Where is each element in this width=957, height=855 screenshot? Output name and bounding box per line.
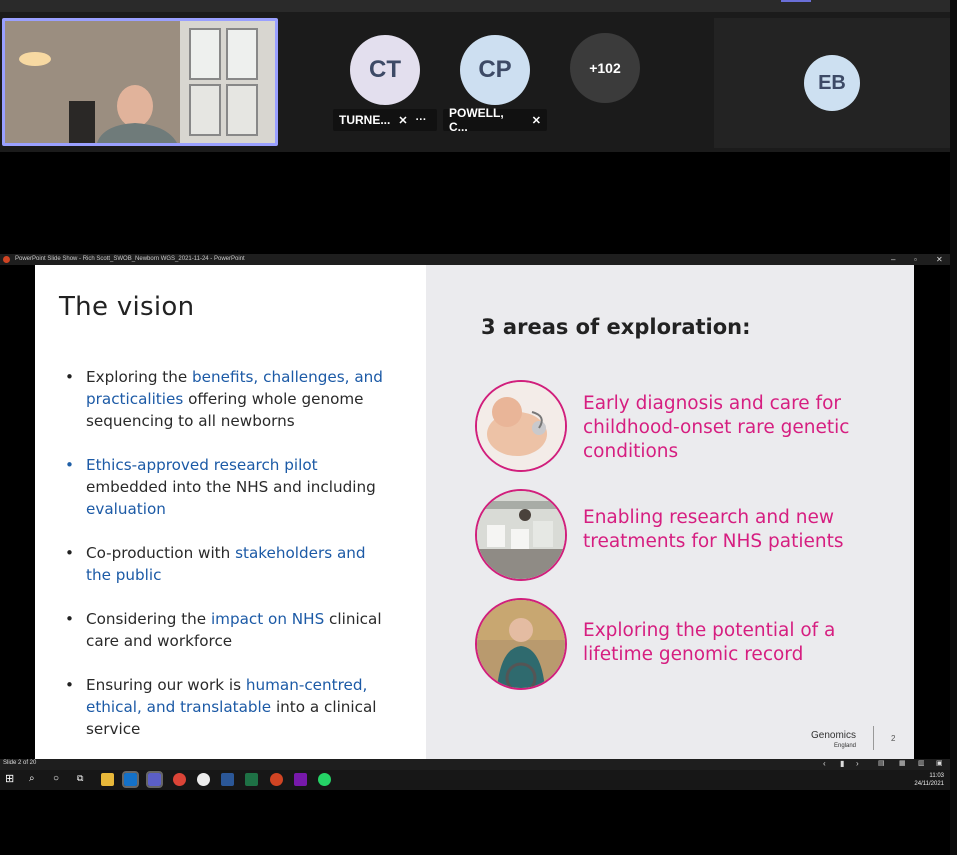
bullet-text: Considering the — [86, 610, 211, 628]
previous-slide-icon[interactable]: ‹ — [823, 759, 826, 768]
bullet-marker: • — [65, 368, 74, 386]
nameplate-ct: TURNE... ✕ ··· — [333, 109, 437, 131]
outlook-icon[interactable] — [122, 771, 139, 788]
slideshow-view-icon[interactable]: ▥ — [918, 759, 925, 767]
speaker-video-tile[interactable] — [2, 18, 278, 146]
highlighted-text: Ethics-approved research pilot — [86, 456, 318, 474]
slideshow-status-bar: Slide 2 of 20 ‹ ▮ › ▤ ▦ ▥ ▣ — [0, 759, 950, 770]
participant-name: TURNE... — [339, 113, 391, 127]
speaker-video-icon — [5, 21, 275, 143]
browser-icon[interactable] — [197, 773, 210, 786]
windows-taskbar: ⊞ ⌕ ○ ⧉ 11:03 24/11/2021 — [0, 770, 950, 790]
word-icon[interactable] — [221, 773, 234, 786]
bullet-marker: • — [65, 544, 74, 562]
search-icon[interactable]: ⌕ — [29, 773, 42, 786]
person-photo-icon — [475, 598, 567, 690]
highlighted-text: impact on NHS — [210, 610, 325, 628]
area-text: Early diagnosis and care for childhood-o… — [583, 393, 850, 462]
meeting-top-strip — [0, 0, 957, 12]
reading-view-icon[interactable]: ▦ — [899, 759, 906, 767]
logo-divider — [873, 726, 874, 750]
avatar: EB — [804, 55, 860, 111]
vision-bullet: • Ethics-approved research pilot embedded… — [61, 454, 391, 520]
laboratory-photo-icon — [475, 489, 567, 581]
areas-heading: 3 areas of exploration: — [481, 315, 751, 339]
meeting-participants-bar: CT TURNE... ✕ ··· CP POWELL, C... ✕ +102… — [0, 0, 957, 152]
fit-icon[interactable]: ▣ — [936, 759, 943, 767]
next-slide-icon[interactable]: › — [856, 759, 859, 768]
powerpoint-title-bar: PowerPoint Slide Show - Rich Scott_SWOB_… — [0, 254, 950, 265]
cortana-icon[interactable]: ○ — [53, 773, 66, 786]
teams-icon[interactable] — [146, 771, 163, 788]
onenote-icon[interactable] — [294, 773, 307, 786]
vision-bullet-list: • Exploring the benefits, challenges, and… — [61, 366, 391, 759]
avatar: CT — [350, 35, 420, 105]
more-count: +102 — [570, 33, 640, 103]
area-text: Enabling research and new treatments for… — [583, 507, 844, 552]
bullet-marker: • — [65, 676, 74, 694]
mic-muted-icon: ✕ — [531, 114, 541, 127]
participant-eb-tile[interactable]: EB — [714, 18, 950, 148]
slide-title: The vision — [59, 292, 195, 322]
whatsapp-icon[interactable] — [318, 773, 331, 786]
slide-number: 2 — [891, 734, 896, 743]
genomics-england-logo: Genomics England — [811, 731, 856, 751]
task-view-icon[interactable]: ⧉ — [77, 773, 90, 786]
normal-view-icon[interactable]: ▤ — [878, 759, 885, 767]
chrome-icon[interactable] — [173, 773, 186, 786]
file-explorer-icon[interactable] — [101, 773, 114, 786]
vision-bullet: • Ensuring our work is human-centred, eth… — [61, 674, 391, 740]
system-clock[interactable]: 11:03 24/11/2021 — [914, 772, 944, 788]
close-icon[interactable]: ✕ — [936, 254, 943, 265]
excel-icon[interactable] — [245, 773, 258, 786]
vision-bullet: • Considering the impact on NHS clinical … — [61, 608, 391, 652]
clock-date: 24/11/2021 — [914, 781, 944, 787]
more-options-icon[interactable]: ··· — [416, 114, 427, 126]
slide-counter: Slide 2 of 20 — [3, 760, 37, 766]
right-edge — [950, 0, 957, 855]
powerpoint-icon — [3, 256, 10, 263]
bullet-text: Exploring the — [86, 368, 193, 386]
avatar: CP — [460, 35, 530, 105]
vision-bullet: • Exploring the benefits, challenges, and… — [61, 366, 391, 432]
highlighted-text: evaluation — [86, 500, 166, 518]
bullet-marker: • — [65, 610, 74, 628]
minimize-icon[interactable]: – — [891, 254, 895, 265]
nameplate-cp: POWELL, C... ✕ — [443, 106, 547, 134]
logo-text: Genomics — [811, 730, 857, 741]
window-title: PowerPoint Slide Show - Rich Scott_SWOB_… — [15, 256, 245, 262]
powerpoint-taskbar-icon[interactable] — [270, 773, 283, 786]
bullet-text: Co-production with — [86, 544, 236, 562]
area-text: Exploring the potential of a lifetime ge… — [583, 620, 836, 665]
participant-name: POWELL, C... — [449, 106, 504, 134]
vision-bullet: • Co-production with stakeholders and the… — [61, 542, 391, 586]
active-indicator — [781, 0, 811, 2]
bullet-text: Ensuring our work is — [86, 676, 246, 694]
mic-muted-icon: ✕ — [398, 114, 408, 127]
restore-icon[interactable]: ▫ — [914, 254, 917, 265]
bullet-text: embedded into the NHS and including — [86, 478, 376, 496]
baby-photo-icon — [475, 380, 567, 472]
windows-start-icon[interactable]: ⊞ — [5, 772, 18, 785]
slide-sorter-icon[interactable]: ▮ — [840, 759, 844, 768]
bullet-marker: • — [65, 456, 74, 474]
logo-subtext: England — [833, 743, 857, 749]
clock-time: 11:03 — [929, 773, 944, 779]
slide: The vision • Exploring the benefits, chal… — [35, 265, 914, 759]
